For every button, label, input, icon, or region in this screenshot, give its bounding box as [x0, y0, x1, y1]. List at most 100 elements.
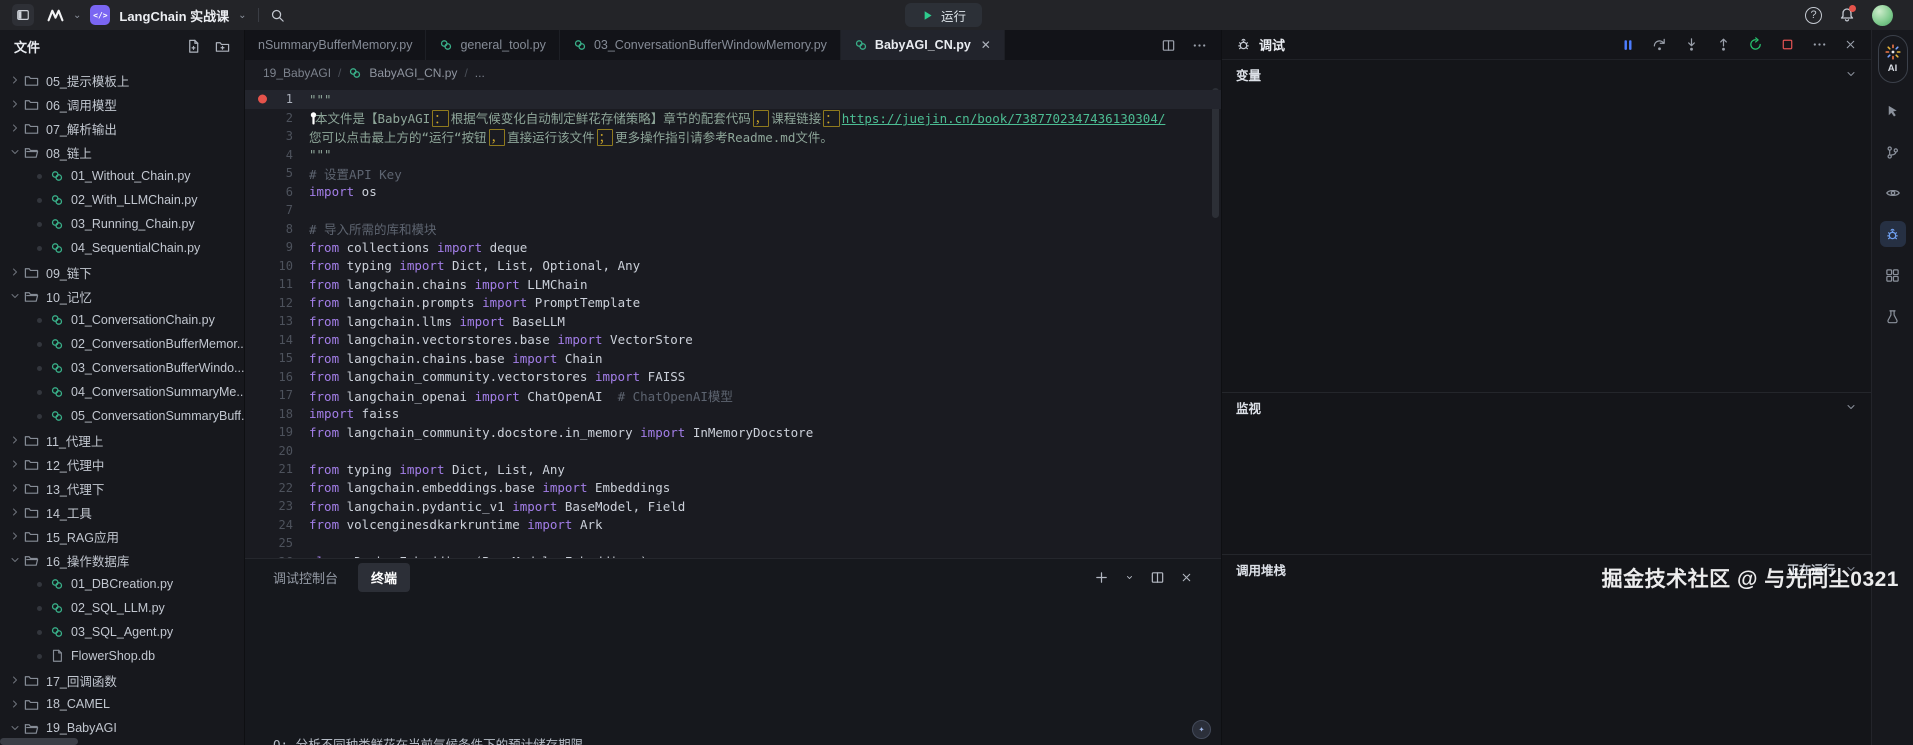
- tree-item[interactable]: 05_提示模板上: [0, 68, 244, 92]
- tree-item[interactable]: 03_Running_Chain.py: [0, 212, 244, 236]
- line-number[interactable]: 5: [245, 166, 309, 180]
- tree-item[interactable]: 06_调用模型: [0, 92, 244, 116]
- chevron-down-icon[interactable]: [8, 290, 22, 302]
- line-number[interactable]: 18: [245, 407, 309, 421]
- more-actions-icon[interactable]: [1192, 38, 1207, 53]
- line-number[interactable]: 25: [245, 536, 309, 550]
- ai-button[interactable]: AI: [1878, 35, 1908, 83]
- notifications-bell-icon[interactable]: [1839, 7, 1855, 23]
- panel-tab-debug-console[interactable]: 调试控制台: [273, 568, 338, 587]
- breadcrumb[interactable]: 19_BabyAGI / BabyAGI_CN.py / ...: [245, 60, 1221, 86]
- line-number[interactable]: 6: [245, 185, 309, 199]
- chevron-down-icon[interactable]: [8, 146, 22, 158]
- close-tab-icon[interactable]: ✕: [981, 38, 991, 52]
- chevron-right-icon[interactable]: [8, 98, 22, 110]
- new-terminal-icon[interactable]: [1094, 570, 1109, 585]
- debug-more-icon[interactable]: [1812, 37, 1827, 52]
- section-header[interactable]: 监视: [1222, 393, 1871, 421]
- split-editor-icon[interactable]: [1161, 38, 1176, 53]
- chevron-right-icon[interactable]: [8, 674, 22, 686]
- line-number[interactable]: 21: [245, 462, 309, 476]
- debug-step-into-icon[interactable]: [1684, 37, 1699, 52]
- chevron-down-icon[interactable]: [1845, 401, 1857, 413]
- help-icon[interactable]: ?: [1805, 7, 1822, 24]
- editor-tab[interactable]: 03_ConversationBufferWindowMemory.py: [560, 30, 841, 60]
- tree-item[interactable]: 04_SequentialChain.py: [0, 236, 244, 260]
- new-file-icon[interactable]: [186, 39, 201, 54]
- line-number[interactable]: 24: [245, 518, 309, 532]
- debug-restart-icon[interactable]: [1748, 37, 1763, 52]
- close-panel-icon[interactable]: [1180, 571, 1193, 584]
- terminal-dropdown-icon[interactable]: [1124, 572, 1135, 583]
- avatar[interactable]: [1872, 5, 1893, 26]
- editor-tab[interactable]: general_tool.py: [426, 30, 559, 60]
- pointer-icon[interactable]: [1880, 98, 1906, 124]
- line-number[interactable]: 23: [245, 499, 309, 513]
- layout-toggle-icon[interactable]: [12, 4, 34, 26]
- section-header[interactable]: 变量: [1222, 60, 1871, 88]
- line-number[interactable]: 4: [245, 148, 309, 162]
- tree-item[interactable]: 03_SQL_Agent.py: [0, 620, 244, 644]
- line-number[interactable]: 17: [245, 388, 309, 402]
- tree-item[interactable]: 07_解析输出: [0, 116, 244, 140]
- chevron-right-icon[interactable]: [8, 530, 22, 542]
- tree-item[interactable]: 18_CAMEL: [0, 692, 244, 716]
- tree-item[interactable]: 02_With_LLMChain.py: [0, 188, 244, 212]
- tree-item[interactable]: 13_代理下: [0, 476, 244, 500]
- run-button[interactable]: 运行: [905, 3, 982, 27]
- tree-item[interactable]: 02_ConversationBufferMemor...: [0, 332, 244, 356]
- line-number[interactable]: 10: [245, 259, 309, 273]
- line-number[interactable]: 16: [245, 370, 309, 384]
- chevron-down-icon[interactable]: [8, 554, 22, 566]
- tree-item[interactable]: 15_RAG应用: [0, 524, 244, 548]
- line-number[interactable]: 26: [245, 555, 309, 558]
- line-number[interactable]: 2: [245, 111, 309, 125]
- tree-item[interactable]: 19_BabyAGI: [0, 716, 244, 740]
- line-number[interactable]: 20: [245, 444, 309, 458]
- chevron-right-icon[interactable]: [8, 698, 22, 710]
- tree-item[interactable]: 05_ConversationSummaryBuff...: [0, 404, 244, 428]
- chevron-right-icon[interactable]: [8, 506, 22, 518]
- tree-item[interactable]: 03_ConversationBufferWindo...: [0, 356, 244, 380]
- tree-item[interactable]: 09_链下: [0, 260, 244, 284]
- branch-icon[interactable]: [1880, 139, 1906, 165]
- flask-icon[interactable]: [1880, 303, 1906, 329]
- horizontal-scrollbar[interactable]: [0, 738, 78, 745]
- debug-stop-icon[interactable]: [1780, 37, 1795, 52]
- chevron-right-icon[interactable]: [8, 434, 22, 446]
- line-number[interactable]: 3: [245, 129, 309, 143]
- line-number[interactable]: 7: [245, 203, 309, 217]
- project-chevron-icon[interactable]: ⌄: [238, 10, 246, 21]
- editor-tab[interactable]: nSummaryBufferMemory.py: [245, 30, 426, 60]
- breakpoint-dot[interactable]: [258, 95, 267, 104]
- chevron-down-icon[interactable]: [8, 722, 22, 734]
- debug-close-icon[interactable]: [1844, 38, 1857, 51]
- tree-item[interactable]: FlowerShop.db: [0, 644, 244, 668]
- line-number[interactable]: 12: [245, 296, 309, 310]
- breadcrumb-file[interactable]: BabyAGI_CN.py: [369, 66, 457, 80]
- project-title[interactable]: LangChain 实战课: [119, 6, 229, 25]
- debug-pause-icon[interactable]: [1621, 38, 1635, 52]
- code-editor[interactable]: 1"""2本文件是【BabyAGI：根据气候变化自动制定鲜花存储策略】章节的配套…: [245, 86, 1221, 558]
- new-folder-icon[interactable]: [215, 39, 230, 54]
- chevron-right-icon[interactable]: [8, 458, 22, 470]
- tree-item[interactable]: 16_操作数据库: [0, 548, 244, 572]
- app-logo-icon[interactable]: [47, 7, 64, 24]
- grid-icon[interactable]: [1880, 262, 1906, 288]
- line-number[interactable]: 1: [245, 92, 309, 106]
- tree-item[interactable]: 11_代理上: [0, 428, 244, 452]
- line-number[interactable]: 14: [245, 333, 309, 347]
- line-number[interactable]: 8: [245, 222, 309, 236]
- tree-item[interactable]: 08_链上: [0, 140, 244, 164]
- breadcrumb-folder[interactable]: 19_BabyAGI: [263, 66, 331, 80]
- line-number[interactable]: 9: [245, 240, 309, 254]
- tree-item[interactable]: 02_SQL_LLM.py: [0, 596, 244, 620]
- tree-item[interactable]: 04_ConversationSummaryMe...: [0, 380, 244, 404]
- debug-step-out-icon[interactable]: [1716, 37, 1731, 52]
- line-number[interactable]: 13: [245, 314, 309, 328]
- line-number[interactable]: 15: [245, 351, 309, 365]
- line-number[interactable]: 11: [245, 277, 309, 291]
- tree-item[interactable]: 01_DBCreation.py: [0, 572, 244, 596]
- terminal-output[interactable]: Q: 分析不同种类鲜花在当前气候条件下的预计储存期限 ✦: [245, 595, 1221, 745]
- tree-item[interactable]: 01_ConversationChain.py: [0, 308, 244, 332]
